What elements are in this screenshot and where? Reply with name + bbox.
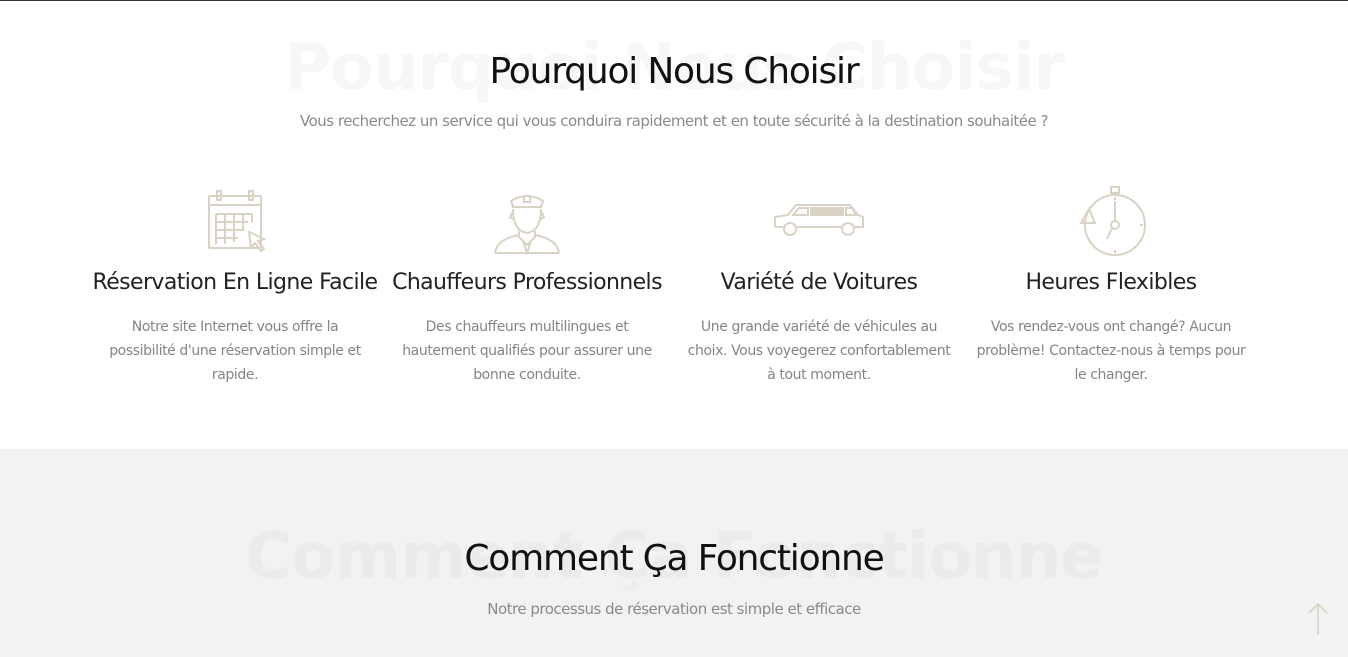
feature-flexible-hours: Heures Flexibles Vos rendez-vous ont cha… xyxy=(965,177,1257,397)
scroll-to-top-button[interactable] xyxy=(1306,601,1330,637)
how-section-subtitle: Notre processus de réservation est simpl… xyxy=(487,600,861,618)
feature-description: Une grande variété de véhicules au choix… xyxy=(687,319,951,383)
limousine-icon xyxy=(673,181,965,261)
arrow-up-icon xyxy=(1308,602,1328,635)
why-section-title: Pourquoi Nous Choisir xyxy=(489,51,860,92)
why-section-subtitle: Vous recherchez un service qui vous cond… xyxy=(300,112,1048,130)
why-choose-us-section: Pourquoi Nous Choisir Pourquoi Nous Choi… xyxy=(0,1,1348,449)
feature-online-booking: Réservation En Ligne Facile Notre site I… xyxy=(89,177,381,397)
calendar-icon xyxy=(89,181,381,261)
features-row: Réservation En Ligne Facile Notre site I… xyxy=(89,177,1259,397)
page: Pourquoi Nous Choisir Pourquoi Nous Choi… xyxy=(0,0,1348,657)
stopwatch-icon xyxy=(965,181,1257,261)
how-section-title: Comment Ça Fonctionne xyxy=(464,538,884,579)
chauffeur-icon xyxy=(381,181,673,261)
feature-title: Heures Flexibles xyxy=(1025,270,1197,295)
feature-title: Réservation En Ligne Facile xyxy=(92,270,379,295)
feature-car-variety: Variété de Voitures Une grande variété d… xyxy=(673,177,965,397)
feature-professional-drivers: Chauffeurs Professionnels Des chauffeurs… xyxy=(381,177,673,397)
how-it-works-section: Comment Ça Fonctionne Comment Ça Fonctio… xyxy=(0,449,1348,657)
feature-description: Notre site Internet vous offre la possib… xyxy=(109,319,361,383)
feature-title: Chauffeurs Professionnels xyxy=(392,270,662,295)
feature-title: Variété de Voitures xyxy=(720,270,918,295)
feature-description: Des chauffeurs multilingues et hautement… xyxy=(402,319,652,383)
feature-description: Vos rendez-vous ont changé? Aucun problè… xyxy=(976,319,1246,383)
